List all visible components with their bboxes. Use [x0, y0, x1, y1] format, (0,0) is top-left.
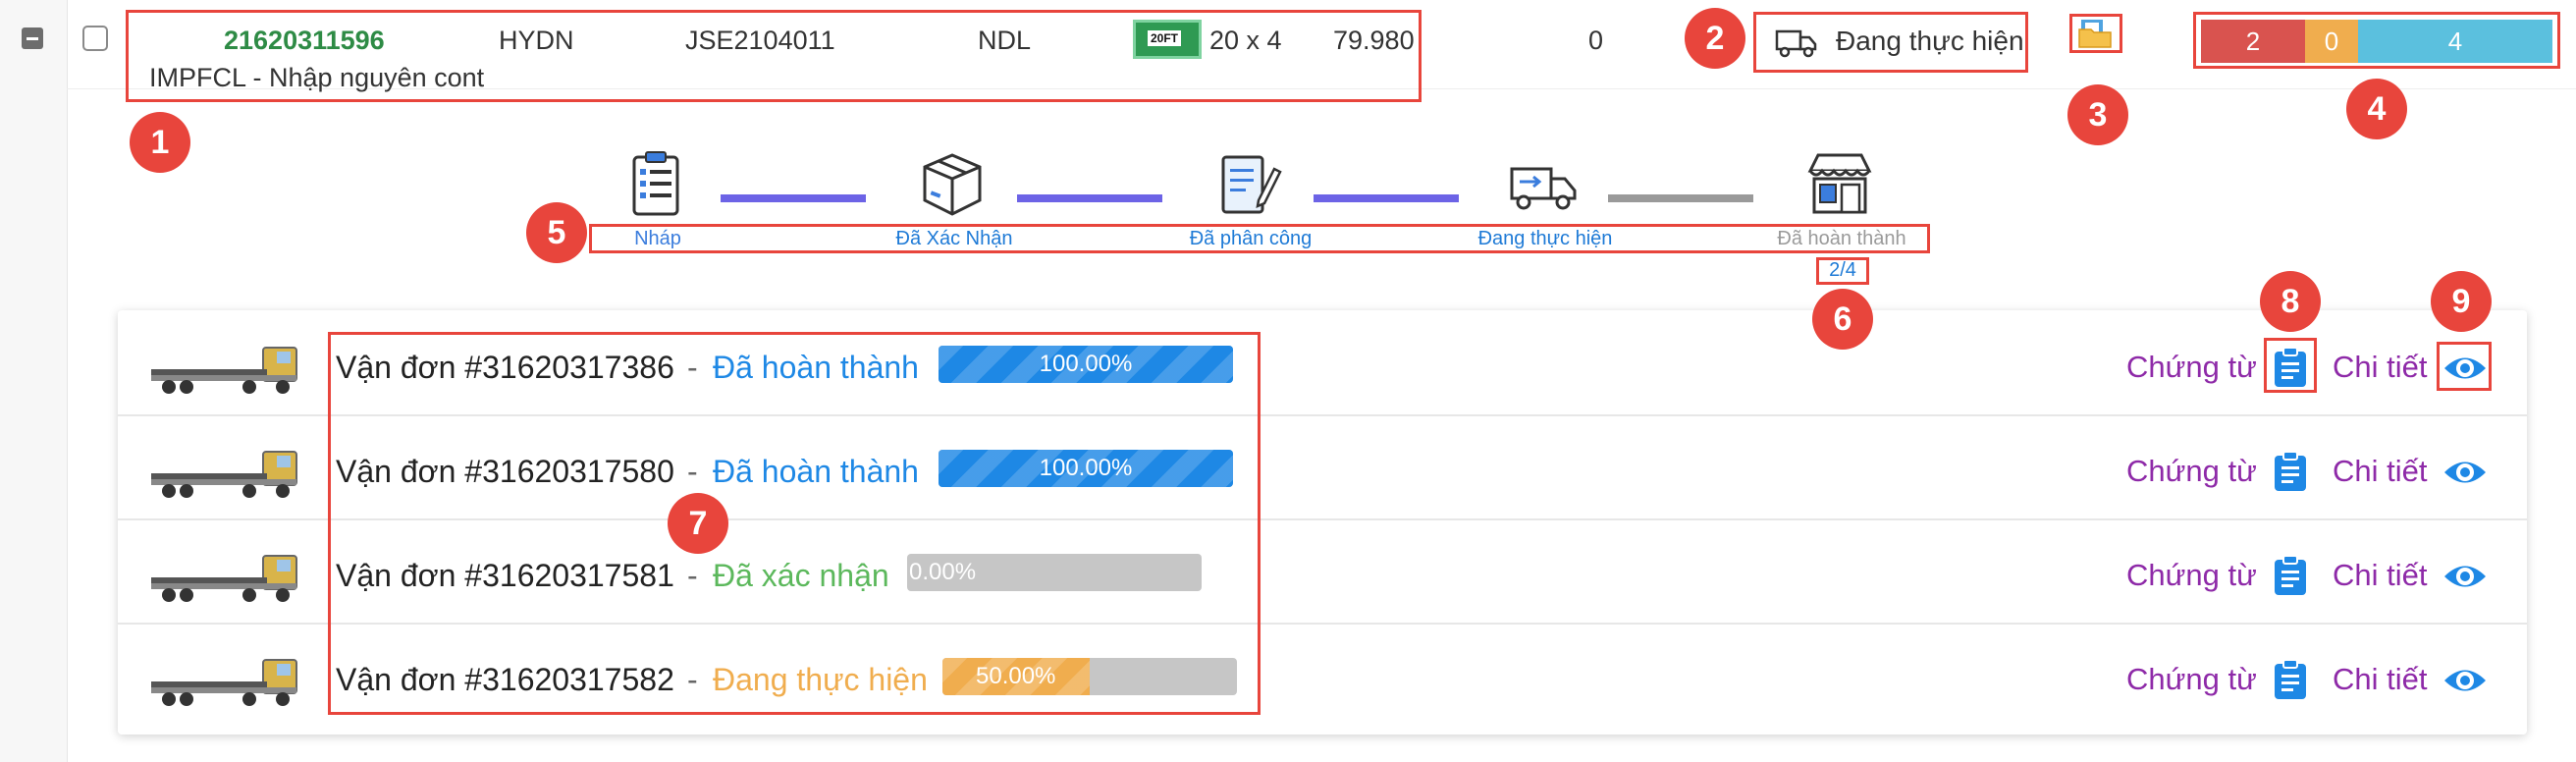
clipboard-document-icon[interactable]	[2272, 554, 2309, 597]
collapse-toggle-button[interactable]	[22, 27, 43, 49]
assign-document-icon	[1221, 155, 1282, 214]
clipboard-document-icon[interactable]	[2272, 658, 2309, 701]
callout-5: 5	[526, 202, 587, 263]
branch-code: HYDN	[499, 26, 574, 55]
step-label-assigned: Đã phân công	[1189, 228, 1313, 249]
truck-icon	[147, 550, 304, 609]
detail-link[interactable]: Chi tiết	[2333, 558, 2427, 593]
step-label-in-progress: Đang thực hiện	[1477, 228, 1613, 249]
order-code-link[interactable]: 21620311596	[224, 26, 385, 56]
eye-icon[interactable]	[2442, 560, 2488, 593]
pending-count: 0	[1588, 26, 1604, 55]
eye-icon[interactable]	[2442, 456, 2488, 489]
callout-8: 8	[2260, 271, 2321, 332]
clipboard-list-icon	[632, 151, 679, 216]
step-connector	[721, 194, 866, 202]
detail-link[interactable]: Chi tiết	[2333, 662, 2427, 697]
store-icon	[1807, 153, 1872, 214]
counter-orange-badge: 0	[2305, 20, 2358, 63]
step-connector	[1017, 194, 1162, 202]
documents-link[interactable]: Chứng từ	[2126, 454, 2257, 489]
callout-7: 7	[668, 493, 728, 554]
callout-9: 9	[2431, 271, 2492, 332]
delivery-truck-icon	[1510, 167, 1577, 210]
callout-2: 2	[1685, 8, 1745, 69]
status-button-label: Đang thực hiện	[1836, 26, 2024, 56]
package-box-icon	[923, 153, 982, 216]
order-amount: 79.980	[1333, 26, 1415, 55]
detail-link[interactable]: Chi tiết	[2333, 454, 2427, 489]
container-20ft-icon: 20FT	[1133, 20, 1202, 59]
truck-icon	[147, 446, 304, 505]
step-connector	[1608, 194, 1753, 202]
shipment-list-highlight	[328, 332, 1261, 715]
callout-3: 3	[2067, 84, 2128, 145]
documents-link[interactable]: Chứng từ	[2126, 558, 2257, 593]
detail-link[interactable]: Chi tiết	[2333, 350, 2427, 385]
detail-icon-highlight	[2437, 342, 2492, 391]
step-label-completed: Đã hoàn thành	[1777, 228, 1906, 249]
step-count: 2/4	[1829, 259, 1856, 281]
documents-link[interactable]: Chứng từ	[2126, 350, 2257, 385]
callout-6: 6	[1812, 289, 1873, 350]
clipboard-document-icon[interactable]	[2272, 450, 2309, 493]
callout-4: 4	[2346, 79, 2407, 139]
container-quantity: 20 x 4	[1209, 26, 1282, 55]
documents-link[interactable]: Chứng từ	[2126, 662, 2257, 697]
folder-documents-icon	[2078, 20, 2112, 48]
order-type: IMPFCL - Nhập nguyên cont	[149, 63, 485, 92]
left-rail	[0, 0, 68, 762]
truck-icon	[147, 654, 304, 713]
delivery-truck-icon	[1775, 29, 1817, 58]
step-connector	[1314, 194, 1459, 202]
eye-icon[interactable]	[2442, 664, 2488, 697]
truck-icon	[147, 342, 304, 401]
counter-blue-badge: 4	[2358, 20, 2552, 63]
step-label-confirmed: Đã Xác Nhận	[895, 228, 1013, 249]
callout-1: 1	[130, 112, 190, 173]
docs-icon-highlight	[2264, 338, 2317, 393]
carrier-code: NDL	[978, 26, 1032, 55]
row-select-checkbox[interactable]	[82, 26, 108, 51]
counter-red-badge: 2	[2201, 20, 2305, 63]
booking-number: JSE2104011	[685, 26, 835, 55]
